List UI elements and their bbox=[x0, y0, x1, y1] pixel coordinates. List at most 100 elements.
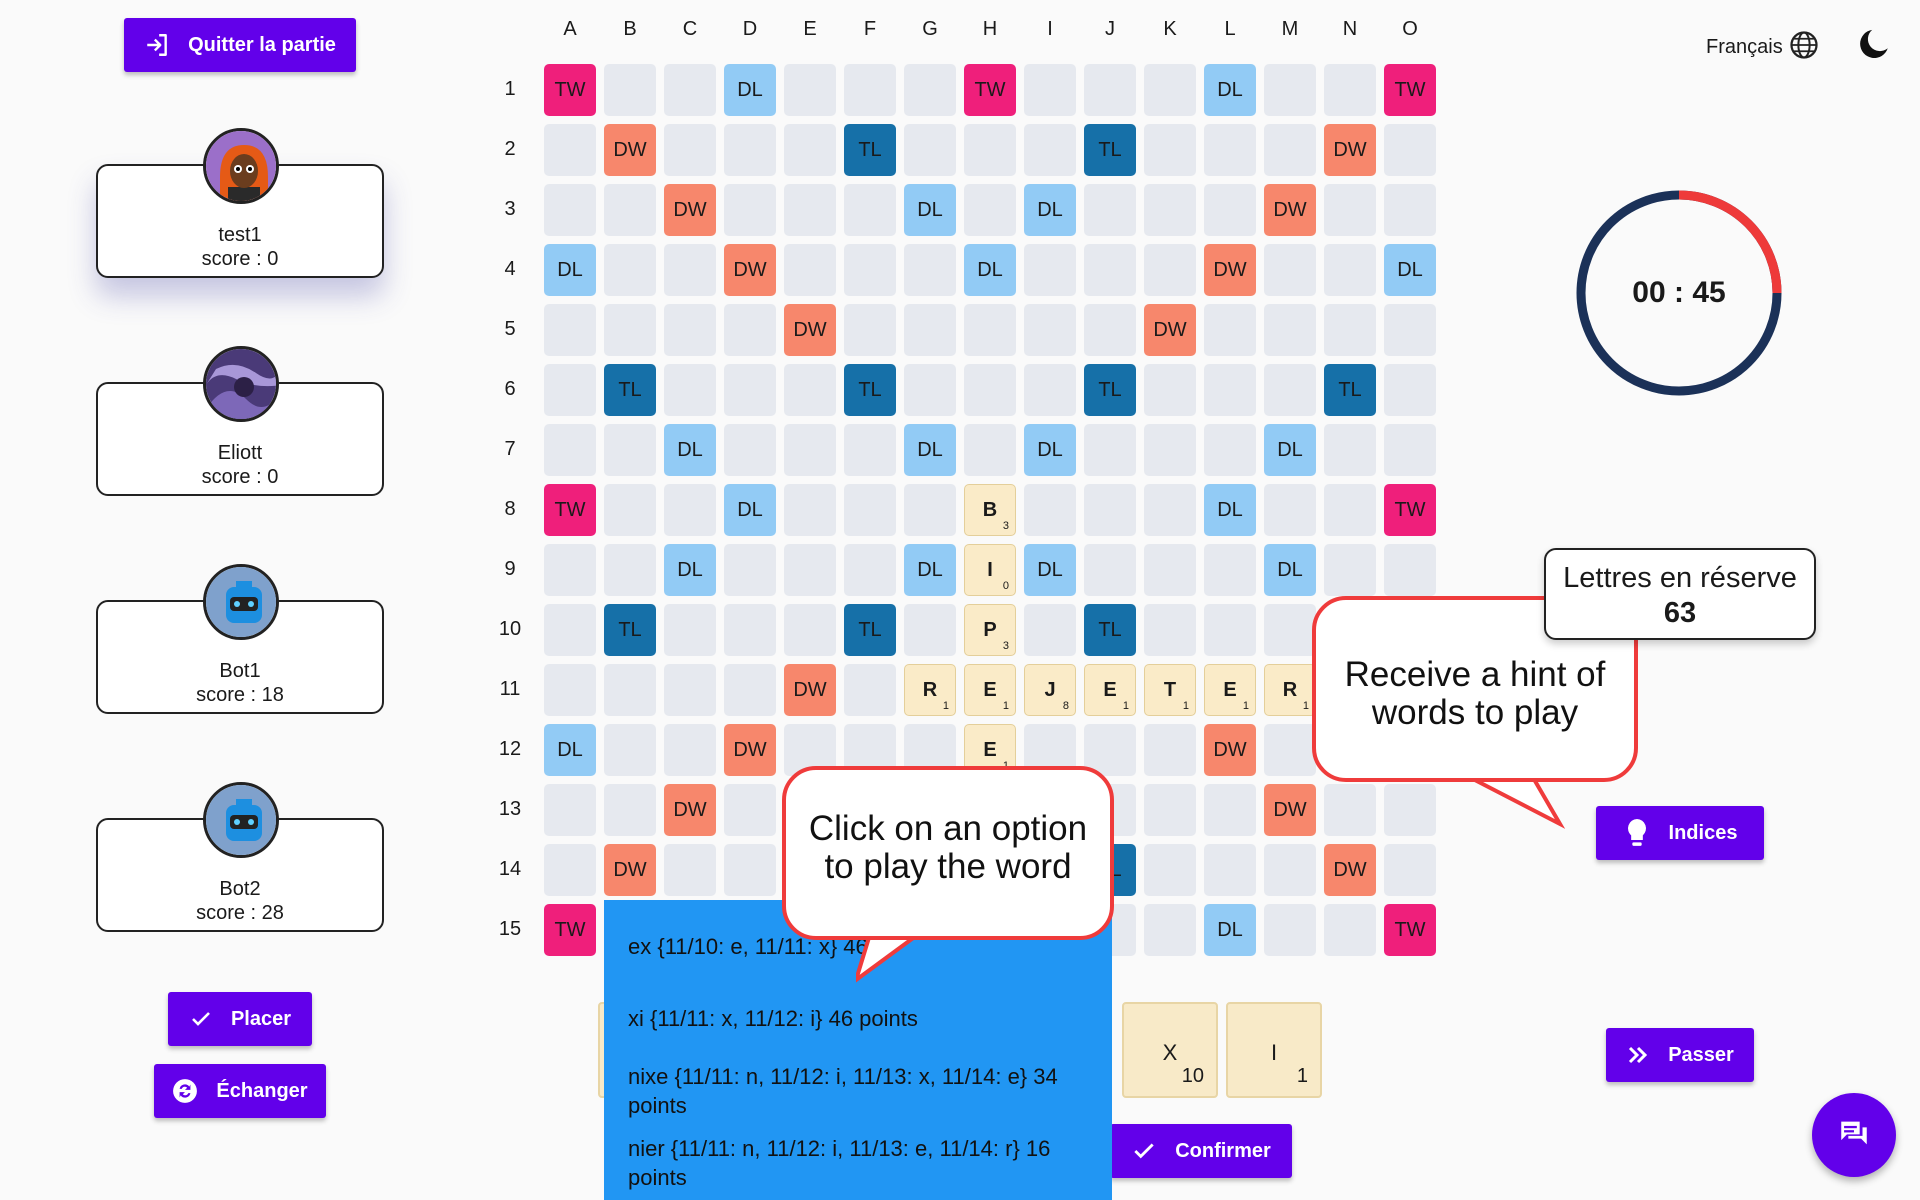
board-cell[interactable] bbox=[1264, 364, 1316, 416]
board-cell[interactable] bbox=[1084, 244, 1136, 296]
board-cell[interactable] bbox=[544, 424, 596, 476]
bonus-cell-dl[interactable]: DL bbox=[1024, 544, 1076, 596]
board-cell[interactable] bbox=[1144, 604, 1196, 656]
board-cell[interactable] bbox=[1144, 184, 1196, 236]
board-cell[interactable] bbox=[724, 784, 776, 836]
bonus-cell-tw[interactable]: TW bbox=[544, 484, 596, 536]
board-cell[interactable] bbox=[604, 484, 656, 536]
bonus-cell-dl[interactable]: DL bbox=[1024, 184, 1076, 236]
board-cell[interactable] bbox=[1204, 784, 1256, 836]
board-cell[interactable] bbox=[1324, 904, 1376, 956]
letter-tile[interactable]: E1 bbox=[964, 664, 1016, 716]
board-cell[interactable] bbox=[1144, 244, 1196, 296]
bonus-cell-tw[interactable]: TW bbox=[1384, 904, 1436, 956]
board-cell[interactable] bbox=[844, 64, 896, 116]
bonus-cell-dl[interactable]: DL bbox=[544, 724, 596, 776]
board-cell[interactable] bbox=[1264, 724, 1316, 776]
bonus-cell-dw[interactable]: DW bbox=[724, 244, 776, 296]
bonus-cell-dw[interactable]: DW bbox=[1324, 844, 1376, 896]
board-cell[interactable] bbox=[784, 184, 836, 236]
board-cell[interactable] bbox=[784, 364, 836, 416]
board-cell[interactable] bbox=[604, 664, 656, 716]
letter-tile[interactable]: E1 bbox=[1084, 664, 1136, 716]
board-cell[interactable] bbox=[964, 184, 1016, 236]
board-cell[interactable] bbox=[1024, 364, 1076, 416]
board-cell[interactable] bbox=[664, 724, 716, 776]
board-cell[interactable] bbox=[904, 484, 956, 536]
board-cell[interactable] bbox=[544, 784, 596, 836]
bonus-cell-tw[interactable]: TW bbox=[1384, 484, 1436, 536]
board-cell[interactable] bbox=[1384, 124, 1436, 176]
board-cell[interactable] bbox=[724, 844, 776, 896]
board-cell[interactable] bbox=[664, 484, 716, 536]
board-cell[interactable] bbox=[1144, 844, 1196, 896]
board-cell[interactable] bbox=[664, 604, 716, 656]
bonus-cell-dw[interactable]: DW bbox=[784, 664, 836, 716]
letter-tile[interactable]: P3 bbox=[964, 604, 1016, 656]
board-cell[interactable] bbox=[1324, 544, 1376, 596]
board-cell[interactable] bbox=[1264, 64, 1316, 116]
letter-tile[interactable]: E1 bbox=[1204, 664, 1256, 716]
board-cell[interactable] bbox=[544, 664, 596, 716]
dark-mode-toggle[interactable] bbox=[1858, 26, 1892, 67]
board-cell[interactable] bbox=[604, 244, 656, 296]
board-cell[interactable] bbox=[1324, 424, 1376, 476]
board-cell[interactable] bbox=[1264, 304, 1316, 356]
rack-tile[interactable]: X 10 bbox=[1122, 1002, 1218, 1098]
board-cell[interactable] bbox=[1204, 304, 1256, 356]
board-cell[interactable] bbox=[1384, 844, 1436, 896]
board-cell[interactable] bbox=[724, 364, 776, 416]
board-cell[interactable] bbox=[544, 304, 596, 356]
bonus-cell-dl[interactable]: DL bbox=[1204, 484, 1256, 536]
board-cell[interactable] bbox=[964, 304, 1016, 356]
bonus-cell-dw[interactable]: DW bbox=[1324, 124, 1376, 176]
board-cell[interactable] bbox=[1264, 844, 1316, 896]
bonus-cell-dw[interactable]: DW bbox=[1204, 724, 1256, 776]
bonus-cell-tl[interactable]: TL bbox=[1084, 364, 1136, 416]
board-cell[interactable] bbox=[724, 184, 776, 236]
board-cell[interactable] bbox=[1264, 244, 1316, 296]
board-cell[interactable] bbox=[904, 304, 956, 356]
bonus-cell-dl[interactable]: DL bbox=[1264, 544, 1316, 596]
board-cell[interactable] bbox=[1144, 784, 1196, 836]
bonus-cell-tw[interactable]: TW bbox=[544, 904, 596, 956]
rack-tile[interactable]: I 1 bbox=[1226, 1002, 1322, 1098]
bonus-cell-dl[interactable]: DL bbox=[724, 484, 776, 536]
board-cell[interactable] bbox=[1384, 544, 1436, 596]
board-cell[interactable] bbox=[1084, 304, 1136, 356]
board-cell[interactable] bbox=[1204, 124, 1256, 176]
board-cell[interactable] bbox=[844, 484, 896, 536]
board-cell[interactable] bbox=[1024, 484, 1076, 536]
board-cell[interactable] bbox=[904, 124, 956, 176]
letter-tile[interactable]: I0 bbox=[964, 544, 1016, 596]
letter-tile[interactable]: R1 bbox=[904, 664, 956, 716]
bonus-cell-dw[interactable]: DW bbox=[784, 304, 836, 356]
board-cell[interactable] bbox=[724, 664, 776, 716]
board-cell[interactable] bbox=[664, 664, 716, 716]
board-cell[interactable] bbox=[664, 364, 716, 416]
board-cell[interactable] bbox=[1144, 724, 1196, 776]
board-cell[interactable] bbox=[544, 604, 596, 656]
board-cell[interactable] bbox=[604, 724, 656, 776]
letter-tile[interactable]: R1 bbox=[1264, 664, 1316, 716]
bonus-cell-dw[interactable]: DW bbox=[1144, 304, 1196, 356]
board-cell[interactable] bbox=[784, 244, 836, 296]
hint-option[interactable]: nixe {11/11: n, 11/12: i, 11/13: x, 11/1… bbox=[628, 1062, 1098, 1120]
board-cell[interactable] bbox=[1204, 844, 1256, 896]
board-cell[interactable] bbox=[664, 64, 716, 116]
board-cell[interactable] bbox=[1144, 904, 1196, 956]
bonus-cell-tl[interactable]: TL bbox=[604, 604, 656, 656]
board-cell[interactable] bbox=[1084, 424, 1136, 476]
board-cell[interactable] bbox=[1324, 244, 1376, 296]
board-cell[interactable] bbox=[664, 844, 716, 896]
pass-button[interactable]: Passer bbox=[1606, 1028, 1754, 1082]
board-cell[interactable] bbox=[904, 244, 956, 296]
board-cell[interactable] bbox=[1024, 244, 1076, 296]
exchange-button[interactable]: Échanger bbox=[154, 1064, 326, 1118]
bonus-cell-tl[interactable]: TL bbox=[844, 124, 896, 176]
board-cell[interactable] bbox=[1024, 64, 1076, 116]
board-cell[interactable] bbox=[844, 304, 896, 356]
bonus-cell-tl[interactable]: TL bbox=[604, 364, 656, 416]
board-cell[interactable] bbox=[604, 544, 656, 596]
hint-option[interactable]: xi {11/11: x, 11/12: i} 46 points bbox=[628, 1004, 1098, 1033]
